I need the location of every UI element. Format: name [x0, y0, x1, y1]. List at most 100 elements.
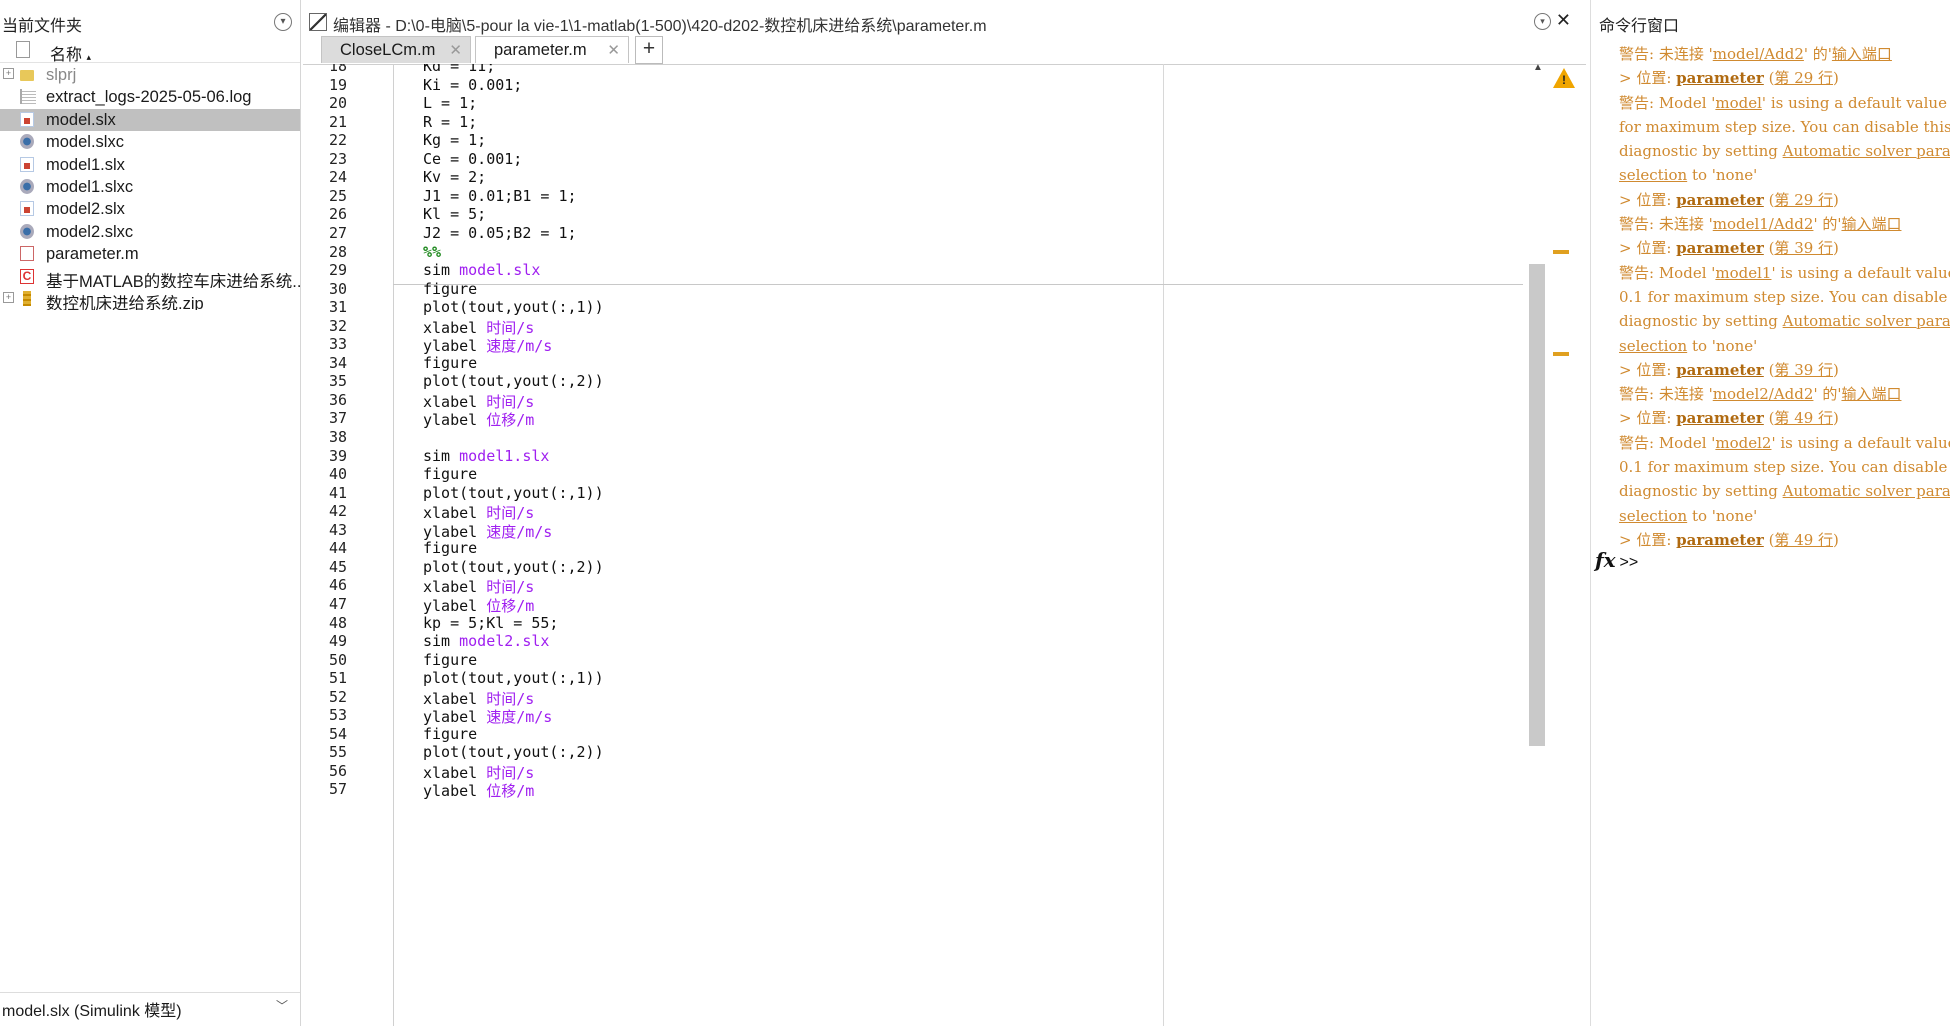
output-text: ' is using a default value of: [1771, 433, 1950, 452]
file-list-item[interactable]: parameter.m: [0, 243, 300, 265]
file-list-item[interactable]: model.slxc: [0, 131, 300, 153]
output-text: for maximum step size. You can disable t…: [1619, 117, 1950, 136]
vertical-scrollbar-thumb[interactable]: [1529, 264, 1545, 746]
output-link[interactable]: 第 39 行: [1774, 361, 1833, 379]
file-list-item[interactable]: C 基于MATLAB的数控车床进给系统...: [0, 266, 300, 288]
file-name: model.slx: [46, 110, 116, 129]
tab-closelcm[interactable]: CloseLCm.m ✕: [321, 36, 471, 63]
file-details-bar[interactable]: model.slx (Simulink 模型) ﹀: [0, 992, 300, 1020]
output-link[interactable]: model/Add2: [1713, 45, 1804, 63]
output-link[interactable]: Automatic solver parameter: [1783, 312, 1950, 330]
file-name: model1.slxc: [46, 177, 134, 196]
output-link[interactable]: 输入端口: [1832, 45, 1892, 63]
close-editor-icon[interactable]: ✕: [1556, 10, 1571, 31]
output-link[interactable]: 输入端口: [1841, 385, 1901, 403]
command-window[interactable]: 命令行窗口 警告: 未连接 'model/Add2' 的'输入端口 > 位置: p…: [1590, 0, 1950, 1026]
output-text: 警告: Model ': [1619, 263, 1716, 282]
warning-marker[interactable]: [1553, 250, 1569, 254]
log-file-icon: [20, 89, 36, 105]
document-icon: [16, 41, 30, 58]
file-list-item[interactable]: model1.slx: [0, 154, 300, 176]
file-list-item[interactable]: model2.slx: [0, 198, 300, 220]
output-link[interactable]: parameter: [1676, 239, 1764, 257]
prompt-symbol: >>: [1619, 554, 1639, 571]
output-text: > 位置:: [1619, 409, 1677, 428]
output-link[interactable]: 第 29 行: [1774, 69, 1833, 87]
output-link[interactable]: 输入端口: [1841, 215, 1901, 233]
command-window-title: 命令行窗口: [1599, 18, 1680, 35]
file-list-item[interactable]: extract_logs-2025-05-06.log: [0, 86, 300, 108]
output-text: diagnostic by setting: [1619, 482, 1783, 501]
output-text: ): [1833, 69, 1839, 88]
close-tab-icon[interactable]: ✕: [607, 37, 620, 64]
output-text: 警告: 未连接 ': [1619, 215, 1713, 234]
output-link[interactable]: model1/Add2: [1713, 215, 1814, 233]
warning-marker[interactable]: [1553, 352, 1569, 356]
simulink-cache-icon: [20, 223, 34, 239]
code-area[interactable]: 18 Kd = 11; 19 Ki = 0.001; 20 L = 1; 21 R = 1; 2…: [303, 64, 1543, 1026]
code-line[interactable]: 57 ylabel 位移/m: [303, 777, 1523, 800]
output-link[interactable]: Automatic solver parameter: [1783, 142, 1950, 160]
file-name: 数控机床进给系统.zip: [46, 294, 204, 311]
close-tab-icon[interactable]: ✕: [449, 37, 462, 64]
file-list-item[interactable]: model2.slxc: [0, 221, 300, 243]
output-link[interactable]: selection: [1619, 507, 1687, 525]
file-list-item[interactable]: + slprj: [0, 64, 300, 86]
add-tab-button[interactable]: +: [635, 36, 663, 64]
function-browser-icon[interactable]: fx: [1595, 548, 1616, 572]
output-text: to 'none': [1687, 336, 1758, 355]
code-analyzer-bar: !: [1549, 64, 1575, 1026]
output-text: > 位置:: [1619, 190, 1677, 209]
output-link[interactable]: 第 29 行: [1774, 191, 1833, 209]
output-link[interactable]: 第 49 行: [1774, 531, 1833, 549]
output-link[interactable]: parameter: [1676, 531, 1764, 549]
file-list-item[interactable]: model.slx: [0, 108, 300, 132]
tab-parameter[interactable]: parameter.m ✕: [475, 36, 629, 63]
output-link[interactable]: selection: [1619, 337, 1687, 355]
command-output-line: 0.1 for maximum step size. You can disab…: [1619, 455, 1950, 479]
panel-menu-icon[interactable]: ▾: [274, 13, 292, 31]
output-text: diagnostic by setting: [1619, 312, 1783, 331]
output-text: ' 的': [1803, 45, 1832, 63]
output-text: to 'none': [1687, 166, 1758, 185]
output-link[interactable]: Automatic solver parameter: [1783, 482, 1950, 500]
file-list: + slprj extract_logs-2025-05-06.log model.s…: [0, 64, 300, 310]
command-output-line: 警告: 未连接 'model/Add2' 的'输入端口: [1619, 42, 1950, 66]
file-list-item[interactable]: + 数控机床进给系统.zip: [0, 288, 300, 310]
simulink-cache-icon: [20, 134, 34, 150]
chevron-down-icon[interactable]: ﹀: [276, 997, 288, 1014]
current-folder-panel: 当前文件夹 ▾ 名称 ▴ + slprj extract_logs-2025-05-…: [0, 0, 301, 1026]
file-name: extract_logs-2025-05-06.log: [46, 88, 252, 107]
command-output-line: > 位置: parameter (第 49 行): [1619, 528, 1950, 552]
zip-archive-icon: [23, 290, 31, 306]
code-token: ylabel: [423, 782, 487, 801]
output-link[interactable]: model1: [1715, 264, 1771, 282]
output-link[interactable]: 第 49 行: [1774, 409, 1833, 427]
output-link[interactable]: parameter: [1676, 191, 1764, 209]
output-text: 警告: Model ': [1619, 433, 1716, 452]
output-link[interactable]: model2/Add2: [1713, 385, 1814, 403]
editor-menu-icon[interactable]: ▾: [1534, 13, 1551, 30]
simulink-model-icon: [20, 201, 34, 217]
command-output-line: 警告: Model 'model' is using a default val…: [1619, 91, 1950, 115]
output-text: > 位置:: [1619, 239, 1677, 258]
name-column-header[interactable]: 名称 ▴: [0, 36, 300, 64]
output-link[interactable]: parameter: [1676, 69, 1764, 87]
output-link[interactable]: model: [1715, 94, 1762, 112]
file-name: model2.slx: [46, 200, 125, 219]
output-text: ' 的': [1813, 385, 1842, 404]
output-link[interactable]: selection: [1619, 166, 1687, 184]
file-list-item[interactable]: model1.slxc: [0, 176, 300, 198]
output-link[interactable]: parameter: [1676, 409, 1764, 427]
output-text: 警告: 未连接 ': [1619, 385, 1713, 404]
scroll-up-arrow-icon[interactable]: ▲: [1533, 62, 1543, 73]
expand-icon[interactable]: +: [3, 291, 14, 303]
matlab-script-icon: [20, 246, 34, 262]
command-output: 警告: 未连接 'model/Add2' 的'输入端口 > 位置: paramet…: [1619, 42, 1950, 552]
output-link[interactable]: model2: [1715, 434, 1771, 452]
editor-titlebar: 编辑器 - D:\0-电脑\5-pour la vie-1\1-matlab(1…: [309, 10, 1579, 35]
output-link[interactable]: 第 39 行: [1774, 239, 1833, 257]
output-link[interactable]: parameter: [1676, 361, 1764, 379]
command-prompt[interactable]: fx >>: [1595, 548, 1638, 573]
expand-icon[interactable]: +: [3, 68, 14, 79]
